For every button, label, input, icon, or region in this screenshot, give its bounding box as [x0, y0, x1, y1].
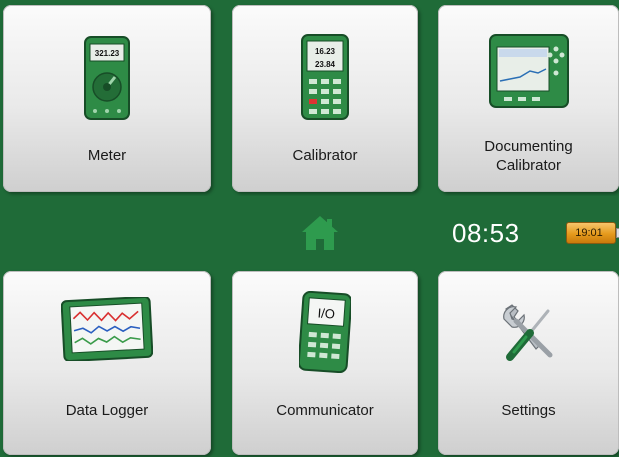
- documenting-calibrator-label: Documenting Calibrator: [438, 137, 619, 175]
- clock: 08:53: [452, 218, 520, 248]
- svg-text:I/O: I/O: [317, 305, 335, 321]
- data-logger-label: Data Logger: [65, 402, 149, 419]
- wrench-screwdriver-icon: [502, 304, 552, 361]
- documenting-calibrator-label-line2: Calibrator: [495, 157, 562, 174]
- meter-device-icon: 321.23: [84, 36, 130, 120]
- communicator-label: Communicator: [276, 402, 374, 419]
- documenting-calibrator-device-icon: [488, 34, 569, 108]
- settings-tile[interactable]: Settings: [438, 271, 619, 455]
- settings-label: Settings: [501, 402, 556, 419]
- communicator-tile[interactable]: I/O Communicator: [232, 271, 418, 455]
- svg-text:16.23: 16.23: [315, 47, 336, 56]
- communicator-device-icon: I/O: [299, 291, 351, 373]
- documenting-calibrator-label-line1: Documenting: [484, 138, 573, 155]
- calibrator-tile[interactable]: 16.23 23.84 Calibrator: [232, 5, 418, 192]
- battery-time: 19:01: [575, 227, 603, 239]
- home-icon[interactable]: [300, 214, 340, 252]
- calibrator-label: Calibrator: [292, 147, 358, 164]
- svg-text:321.23: 321.23: [95, 49, 120, 58]
- documenting-calibrator-tile[interactable]: Documenting Calibrator: [438, 5, 619, 192]
- svg-text:23.84: 23.84: [315, 60, 336, 69]
- battery-indicator: 19:01: [566, 222, 619, 244]
- meter-label: Meter: [87, 147, 127, 164]
- meter-tile[interactable]: 321.23 Meter: [3, 5, 211, 192]
- calibrator-device-icon: 16.23 23.84: [301, 34, 349, 120]
- data-logger-tile[interactable]: Data Logger: [3, 271, 211, 455]
- main-menu-screen: 321.23 Meter 16.23 23.84 Calibrator Docu…: [0, 0, 619, 457]
- data-logger-device-icon: [61, 297, 153, 361]
